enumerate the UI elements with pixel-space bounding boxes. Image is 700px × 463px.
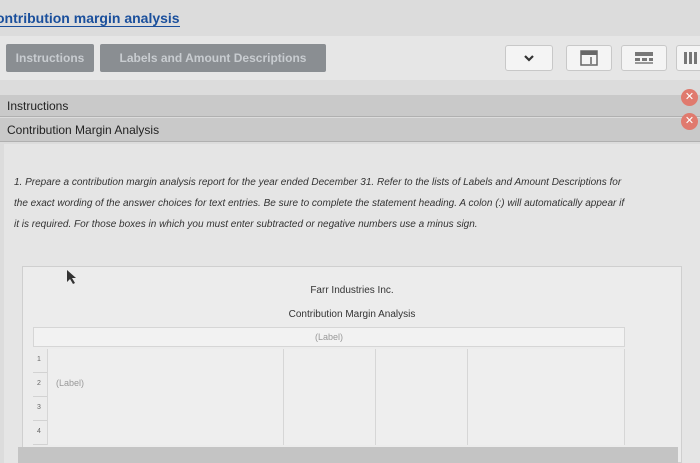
- page-title: ontribution margin analysis: [0, 10, 180, 27]
- chevron-down-icon: [524, 55, 534, 62]
- instruction-line: the exact wording of the answer choices …: [14, 198, 625, 209]
- close-icon[interactable]: ✕: [681, 113, 698, 130]
- instruction-line: 1. Prepare a contribution margin analysi…: [14, 177, 622, 188]
- company-name: Farr Industries Inc.: [310, 285, 394, 296]
- list-icon: [684, 52, 697, 64]
- instructions-text: 1. Prepare a contribution margin analysi…: [14, 172, 684, 235]
- statement-title: Contribution Margin Analysis: [288, 309, 416, 320]
- table-row: 3: [33, 397, 625, 421]
- grid-view-button[interactable]: [621, 45, 667, 71]
- worksheet-area: 1. Prepare a contribution margin analysi…: [4, 144, 700, 463]
- amount-cell[interactable]: [375, 373, 467, 397]
- amount-cell[interactable]: [283, 349, 375, 373]
- instructions-panel-header[interactable]: Instructions: [0, 95, 700, 117]
- table-row: 4: [33, 421, 625, 445]
- analysis-panel-header[interactable]: Contribution Margin Analysis: [0, 118, 700, 142]
- table-row: 1: [33, 349, 625, 373]
- tab-instructions[interactable]: Instructions: [6, 44, 94, 72]
- label-cell[interactable]: [47, 397, 283, 421]
- dropdown-button[interactable]: [505, 45, 553, 71]
- amount-cell[interactable]: [375, 397, 467, 421]
- instruction-line: it is required. For those boxes in which…: [14, 219, 478, 230]
- amount-cell[interactable]: [283, 397, 375, 421]
- horizontal-scrollbar[interactable]: [18, 447, 678, 463]
- row-number: 1: [37, 356, 41, 363]
- table-row: 2 (Label): [33, 373, 625, 397]
- label-cell[interactable]: [47, 421, 283, 445]
- row-number: 3: [37, 404, 41, 411]
- label-cell[interactable]: (Label): [47, 373, 283, 397]
- row-number: 2: [37, 380, 41, 387]
- mouse-cursor-icon: [67, 270, 76, 284]
- row-number: 4: [37, 428, 41, 435]
- amount-cell[interactable]: [375, 421, 467, 445]
- close-icon[interactable]: ✕: [681, 89, 698, 106]
- label-placeholder: (Label): [56, 378, 85, 388]
- list-view-button[interactable]: [676, 45, 700, 71]
- amount-cell[interactable]: [283, 421, 375, 445]
- grid-icon: [635, 52, 653, 64]
- label-cell[interactable]: [47, 349, 283, 373]
- amount-cell[interactable]: [467, 397, 625, 421]
- amount-cell[interactable]: [467, 421, 625, 445]
- amount-cell[interactable]: [375, 349, 467, 373]
- form-icon: [580, 50, 598, 66]
- tab-labels-and-amount-descriptions[interactable]: Labels and Amount Descriptions: [100, 44, 326, 72]
- amount-cell[interactable]: [283, 373, 375, 397]
- form-view-button[interactable]: [566, 45, 612, 71]
- heading-label-select[interactable]: (Label): [33, 327, 625, 347]
- amount-cell[interactable]: [467, 349, 625, 373]
- amount-cell[interactable]: [467, 373, 625, 397]
- report-table: Farr Industries Inc. Contribution Margin…: [22, 266, 682, 463]
